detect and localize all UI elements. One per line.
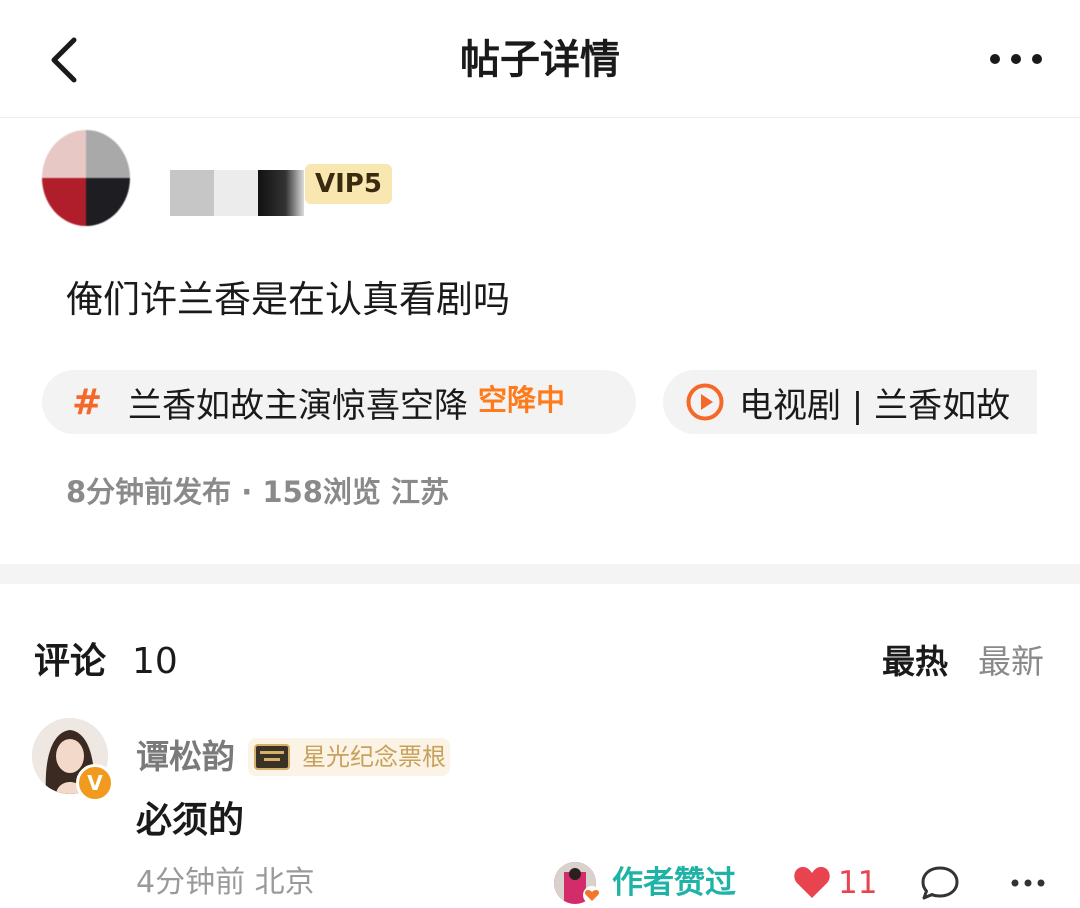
video-chip-label: 电视剧 | 兰香如故: [739, 385, 1011, 426]
post-meta: 8分钟前发布 · 158浏览 江苏: [66, 475, 450, 509]
comment-meta: 4分钟前 北京: [136, 865, 315, 900]
comment-bubble-icon[interactable]: [920, 864, 960, 902]
hash-icon: #: [72, 381, 103, 423]
comment-text: 必须的: [136, 800, 245, 841]
ticket-icon: [254, 744, 290, 770]
section-divider: [0, 564, 1080, 584]
like-count[interactable]: 11: [838, 860, 877, 906]
author-liked-label: 作者赞过: [612, 865, 736, 901]
play-circle-icon: [686, 383, 724, 421]
more-horizontal-icon[interactable]: [988, 48, 1044, 70]
video-chip[interactable]: 电视剧 | 兰香如故: [663, 370, 1037, 434]
topic-chip-label: 兰香如故主演惊喜空降: [128, 385, 468, 426]
topic-chip[interactable]: # 兰香如故主演惊喜空降 空降中: [42, 370, 636, 434]
vip-badge: VIP5: [305, 164, 392, 204]
small-heart-icon: [583, 886, 601, 904]
author-avatar[interactable]: [42, 130, 130, 226]
heart-icon[interactable]: [792, 864, 832, 900]
post-text: 俺们许兰香是在认真看剧吗: [66, 278, 510, 321]
comments-count: 10: [132, 641, 178, 682]
ticket-label: 星光纪念票根: [302, 743, 446, 771]
commenter-name[interactable]: 谭松韵: [136, 734, 235, 780]
comment-more-icon[interactable]: [1010, 878, 1046, 888]
verified-badge: V: [76, 764, 114, 802]
page-title: 帖子详情: [460, 37, 620, 83]
author-name-blurred[interactable]: [170, 170, 304, 216]
comments-title: 评论: [34, 641, 107, 682]
sort-hot-tab[interactable]: 最热: [882, 636, 948, 688]
topic-chip-badge: 空降中: [478, 383, 566, 417]
sort-new-tab[interactable]: 最新: [978, 636, 1044, 688]
